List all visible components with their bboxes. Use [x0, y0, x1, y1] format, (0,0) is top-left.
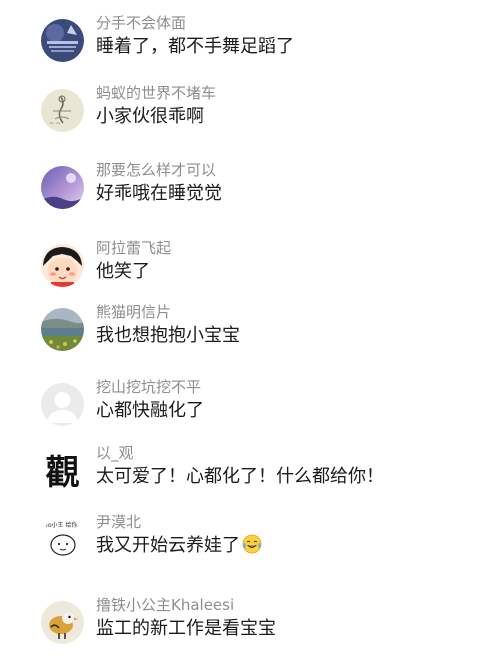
comment-text: 我又开始云养娃了 [96, 534, 262, 558]
bird-avatar[interactable] [41, 601, 84, 644]
comment-item: ~ ~ 蚂蚁的世界不堵车 小家伙很乖啊 [0, 83, 501, 143]
dark-blue-avatar[interactable] [41, 19, 84, 62]
comment-item: 觀 以_观 太可爱了！心都化了！什么都给你！ [0, 443, 501, 503]
comment-text: 好乖哦在睡觉觉 [96, 183, 222, 204]
doodle-avatar[interactable]: Yo小王 给你 [41, 518, 84, 561]
comment-text: 监工的新工作是看宝宝 [96, 618, 276, 639]
comment-text: 他笑了 [96, 261, 150, 282]
default-user-avatar[interactable] [41, 383, 84, 426]
comment-item: 那要怎么样才可以 好乖哦在睡觉觉 [0, 160, 501, 220]
comment-item: 熊猫明信片 我也想抱抱小宝宝 [0, 302, 501, 362]
comment-username[interactable]: 以_观 [96, 443, 134, 463]
comment-username[interactable]: 阿拉蕾飞起 [96, 238, 171, 258]
comment-item: 阿拉蕾飞起 他笑了 [0, 238, 501, 298]
comment-username[interactable]: 分手不会体面 [96, 13, 186, 33]
calligraphy-char: 觀 [46, 453, 80, 492]
comment-username[interactable]: 撸铁小公主Khaleesi [96, 595, 234, 615]
comment-item: 挖山挖坑挖不平 心都快融化了 [0, 377, 501, 437]
comment-username[interactable]: 挖山挖坑挖不平 [96, 377, 201, 397]
tears-of-joy-emoji-icon [242, 534, 262, 554]
purple-sky-avatar[interactable] [41, 166, 84, 209]
comment-text-content: 我又开始云养娃了 [96, 535, 240, 556]
comment-username[interactable]: 熊猫明信片 [96, 302, 171, 322]
comment-item: 分手不会体面 睡着了，都不手舞足蹈了 [0, 13, 501, 73]
landscape-avatar[interactable] [41, 308, 84, 351]
comment-text: 睡着了，都不手舞足蹈了 [96, 36, 294, 57]
comment-username[interactable]: 蚂蚁的世界不堵车 [96, 83, 216, 103]
comment-list: 分手不会体面 睡着了，都不手舞足蹈了 ~ ~ 蚂蚁的世界不堵车 小家伙很乖啊 那… [0, 0, 501, 660]
comment-text: 小家伙很乖啊 [96, 106, 204, 127]
comment-text: 太可爱了！心都化了！什么都给你！ [96, 466, 384, 487]
svg-text:~ ~: ~ ~ [49, 120, 61, 127]
sketch-avatar[interactable]: ~ ~ [41, 89, 84, 132]
comment-username[interactable]: 那要怎么样才可以 [96, 160, 216, 180]
comment-item: Yo小王 给你 尹漠北 我又开始云养娃了 [0, 512, 501, 572]
cartoon-girl-avatar[interactable] [41, 244, 84, 287]
comment-item: 撸铁小公主Khaleesi 监工的新工作是看宝宝 [0, 595, 501, 655]
comment-text: 心都快融化了 [96, 400, 204, 421]
doodle-text: Yo小王 给你 [44, 521, 77, 529]
comment-text: 我也想抱抱小宝宝 [96, 325, 240, 346]
comment-username[interactable]: 尹漠北 [96, 512, 141, 532]
calligraphy-avatar[interactable]: 觀 [41, 449, 84, 492]
